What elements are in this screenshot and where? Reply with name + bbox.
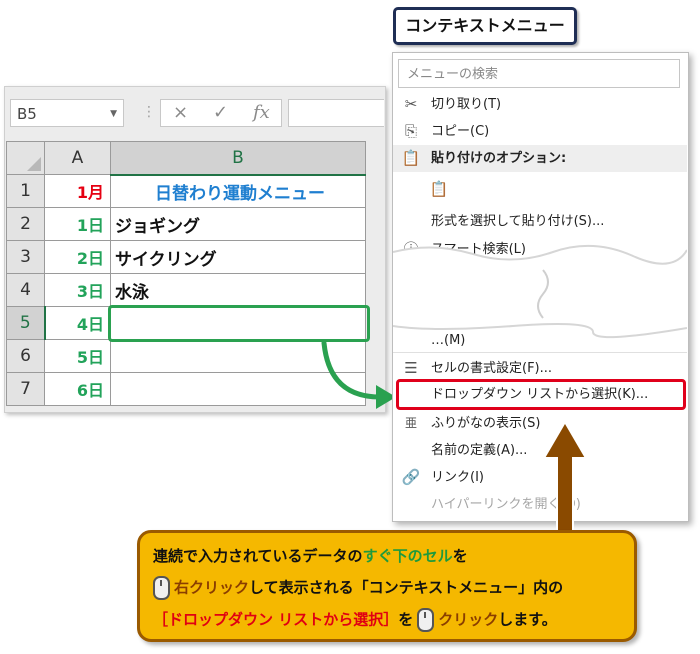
menu-item-cut[interactable]: ✂ 切り取り(T) xyxy=(393,91,687,118)
select-all-corner[interactable] xyxy=(6,141,45,175)
paste-icon: 📋 xyxy=(401,149,421,167)
row-header[interactable]: 1 xyxy=(6,174,45,208)
menu-item-partial[interactable]: …(M) xyxy=(393,327,687,354)
callout-line-1: 連続で入力されているデータのすぐ下のセルを xyxy=(153,545,468,566)
cell-a4[interactable]: 3日 xyxy=(44,273,111,307)
callout-text: 連続で入力されているデータの xyxy=(153,547,363,565)
brown-arrow-icon xyxy=(542,420,588,535)
chevron-down-icon[interactable]: ▼ xyxy=(110,100,117,128)
formula-input[interactable] xyxy=(288,99,384,127)
menu-divider xyxy=(393,352,687,353)
cell-b2[interactable]: ジョギング xyxy=(110,207,366,241)
menu-item-label: 貼り付けのオプション: xyxy=(431,151,567,166)
menu-item-label: コピー(C) xyxy=(431,124,490,139)
callout-text: して表示される「コンテキストメニュー」内の xyxy=(249,578,564,597)
name-box-value: B5 xyxy=(17,105,37,123)
link-icon: 🔗 xyxy=(401,468,421,486)
callout-text: を xyxy=(398,610,414,629)
dropdown-item-highlight xyxy=(396,379,686,410)
cell-a2[interactable]: 1日 xyxy=(44,207,111,241)
row-header[interactable]: 2 xyxy=(6,207,45,241)
menu-item-copy[interactable]: ⎘ コピー(C) xyxy=(393,118,687,145)
green-arrow-icon xyxy=(321,340,396,409)
callout-text: を xyxy=(452,547,468,565)
mouse-icon xyxy=(417,608,435,632)
menu-item-paste-special[interactable]: 形式を選択して貼り付け(S)... xyxy=(393,208,687,235)
callout-emphasis: 右クリック xyxy=(174,578,250,597)
menu-item-label: セルの書式設定(F)... xyxy=(431,361,553,376)
enter-icon[interactable]: ✓ xyxy=(213,102,228,123)
mouse-icon xyxy=(153,576,170,600)
cell-a1[interactable]: 1月 xyxy=(44,174,111,208)
menu-item-paste-option[interactable]: 📋 xyxy=(393,176,687,206)
menu-item-format-cells[interactable]: ☰ セルの書式設定(F)... xyxy=(393,355,687,382)
callout-line-2: 右クリックして表示される「コンテキストメニュー」内の xyxy=(153,576,563,600)
cell-b3[interactable]: サイクリング xyxy=(110,240,366,274)
menu-item-label: 切り取り(T) xyxy=(431,97,502,112)
cell-a5[interactable]: 4日 xyxy=(44,306,111,340)
menu-item-label: リンク(I) xyxy=(431,470,484,485)
cell-a3[interactable]: 2日 xyxy=(44,240,111,274)
cell-b4[interactable]: 水泳 xyxy=(110,273,366,307)
callout-emphasis: ［ドロップダウン リストから選択］ xyxy=(153,610,399,629)
formula-bar-grip: ⋮ xyxy=(142,104,156,120)
scissors-icon: ✂ xyxy=(404,95,418,113)
menu-search-input[interactable]: メニューの検索 xyxy=(398,59,680,88)
menu-header-paste-options: 📋 貼り付けのオプション: xyxy=(393,145,687,172)
cell-a6[interactable]: 5日 xyxy=(44,339,111,373)
row-header[interactable]: 4 xyxy=(6,273,45,307)
menu-item-label: 名前の定義(A)... xyxy=(431,443,528,458)
menu-item-label: 形式を選択して貼り付け(S)... xyxy=(431,214,605,229)
row-header[interactable]: 7 xyxy=(6,372,45,406)
copy-icon: ⎘ xyxy=(404,122,417,140)
name-box[interactable]: B5 ▼ xyxy=(10,99,124,127)
cell-a7[interactable]: 6日 xyxy=(44,372,111,406)
callout-line-3: ［ドロップダウン リストから選択］を クリックします。 xyxy=(153,608,557,632)
column-header-b[interactable]: B xyxy=(110,141,366,176)
menu-item-label: ふりがなの表示(S) xyxy=(431,416,541,431)
furigana-icon: 亜 xyxy=(404,416,417,430)
column-header-a[interactable]: A xyxy=(44,141,111,175)
insert-function-icon[interactable]: fx xyxy=(253,102,270,123)
format-cells-icon: ☰ xyxy=(404,359,418,377)
formula-bar-buttons: × ✓ fx xyxy=(160,99,282,127)
callout-emphasis: クリック xyxy=(438,610,499,629)
row-header[interactable]: 3 xyxy=(6,240,45,274)
callout-emphasis: すぐ下のセル xyxy=(362,547,453,565)
context-menu-title-label: コンテキストメニュー xyxy=(393,7,577,45)
menu-item-label: …(M) xyxy=(431,333,466,348)
cell-b1[interactable]: 日替わり運動メニュー xyxy=(110,174,366,208)
callout-text: します。 xyxy=(498,610,557,629)
cancel-icon[interactable]: × xyxy=(173,102,188,123)
row-header[interactable]: 6 xyxy=(6,339,45,373)
paste-option-icon: 📋 xyxy=(429,180,449,198)
row-header-selected[interactable]: 5 xyxy=(6,306,46,340)
